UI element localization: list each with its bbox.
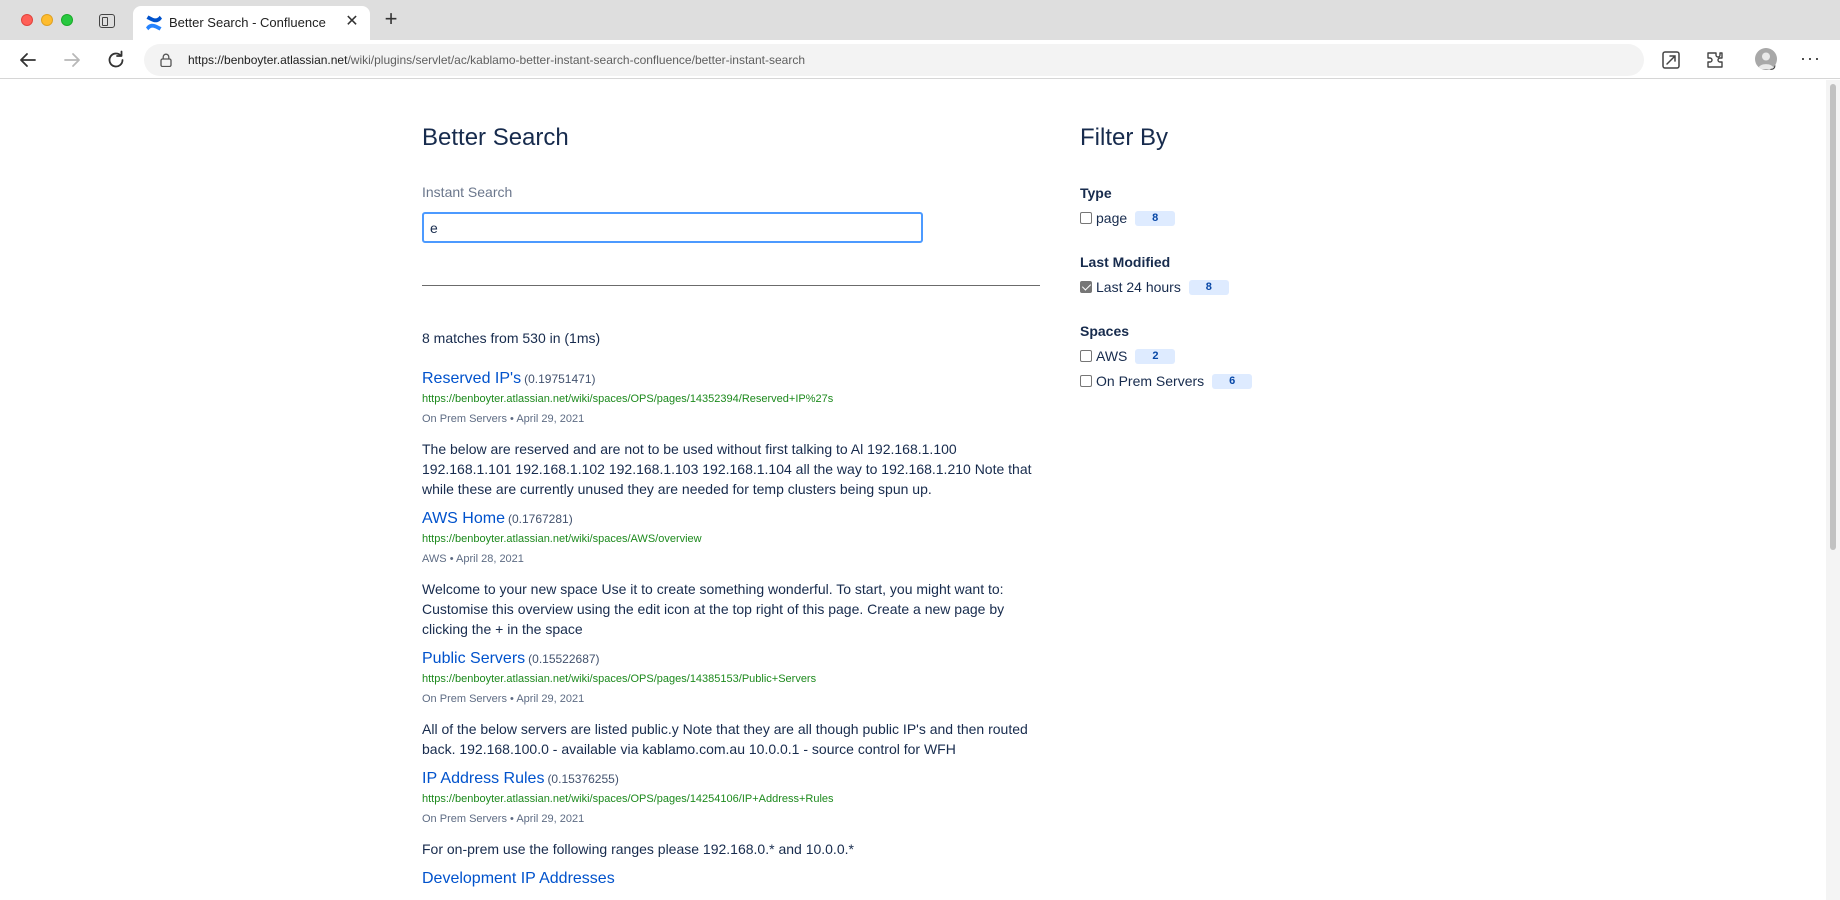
address-bar[interactable]: https://benboyter.atlassian.net/wiki/plu… xyxy=(144,44,1776,76)
browser-toolbar: https://benboyter.atlassian.net/wiki/plu… xyxy=(0,40,1840,79)
separator-dot: • xyxy=(510,813,514,825)
checkbox[interactable] xyxy=(1080,212,1092,224)
window-minimize-button[interactable] xyxy=(41,14,53,26)
result-space: On Prem Servers xyxy=(422,693,507,705)
result-score: (0.15376255) xyxy=(547,772,619,786)
list-item: IP Address Rules (0.15376255) https://ben… xyxy=(422,770,1040,859)
match-summary: 8 matches from 530 in (1ms) xyxy=(422,330,601,346)
result-meta: On Prem Servers • April 29, 2021 xyxy=(422,812,1040,826)
result-score: (0.19751471) xyxy=(524,372,596,386)
filter-option-page[interactable]: page 8 xyxy=(1080,210,1176,226)
result-date: April 28, 2021 xyxy=(456,553,524,565)
result-snippet: For on-prem use the following ranges ple… xyxy=(422,841,854,857)
person-icon xyxy=(1758,52,1774,69)
forward-arrow-icon[interactable] xyxy=(60,48,84,72)
reload-icon[interactable] xyxy=(104,48,128,72)
profile-avatar-icon[interactable] xyxy=(1755,48,1777,70)
result-meta: AWS • April 28, 2021 xyxy=(422,552,1040,566)
result-space: On Prem Servers xyxy=(422,413,507,425)
result-title-link[interactable]: AWS Home xyxy=(422,510,505,527)
result-score: (0.15522687) xyxy=(528,652,600,666)
immersive-reader-icon[interactable] xyxy=(1660,49,1682,71)
window-close-button[interactable] xyxy=(21,14,33,26)
results-list: Reserved IP's (0.19751471) https://benboy… xyxy=(422,370,1040,899)
browser-tab-active[interactable]: Better Search - Confluence ✕ xyxy=(133,6,370,40)
filter-option-label: Last 24 hours xyxy=(1096,279,1181,295)
result-url: https://benboyter.atlassian.net/wiki/spa… xyxy=(422,793,834,805)
result-url: https://benboyter.atlassian.net/wiki/spa… xyxy=(422,393,834,405)
divider xyxy=(422,285,1040,286)
result-meta: On Prem Servers • April 29, 2021 xyxy=(422,412,1040,426)
separator-dot: • xyxy=(449,553,454,565)
filter-option-label: page xyxy=(1096,210,1128,226)
separator-dot: • xyxy=(510,693,514,705)
list-item: Public Servers (0.15522687) https://benbo… xyxy=(422,650,1040,759)
count-badge: 6 xyxy=(1212,373,1253,389)
browser-tab-bar: Better Search - Confluence ✕ + xyxy=(0,0,1840,40)
result-meta: On Prem Servers • April 29, 2021 xyxy=(422,692,1040,706)
page-title: Better Search xyxy=(422,124,569,151)
result-snippet: Welcome to your new space Use it to crea… xyxy=(422,581,1005,637)
filter-title: Filter By xyxy=(1080,124,1169,151)
filter-option-last-24-hours[interactable]: Last 24 hours 8 xyxy=(1080,279,1229,295)
filter-option-label: On Prem Servers xyxy=(1096,373,1205,389)
result-url: https://benboyter.atlassian.net/wiki/spa… xyxy=(422,533,702,545)
close-icon[interactable]: ✕ xyxy=(342,12,362,32)
confluence-logo-icon xyxy=(146,15,162,31)
result-title-link[interactable]: Public Servers xyxy=(422,650,525,667)
result-title-link[interactable]: IP Address Rules xyxy=(422,770,544,787)
result-date: April 29, 2021 xyxy=(516,413,585,425)
count-badge: 2 xyxy=(1135,348,1176,364)
count-badge: 8 xyxy=(1135,210,1176,226)
extensions-icon[interactable] xyxy=(1704,49,1726,71)
url-text[interactable]: https://benboyter.atlassian.net/wiki/plu… xyxy=(188,53,805,67)
filter-option-aws[interactable]: AWS 2 xyxy=(1080,348,1176,364)
result-date: April 29, 2021 xyxy=(516,693,585,705)
filter-group-spaces: Spaces xyxy=(1080,323,1130,339)
lock-icon[interactable] xyxy=(160,53,172,67)
filter-option-on-prem-servers[interactable]: On Prem Servers 6 xyxy=(1080,373,1253,389)
list-item: AWS Home (0.1767281) https://benboyter.at… xyxy=(422,510,1040,639)
result-snippet: All of the below servers are listed publ… xyxy=(422,721,1028,757)
plus-icon[interactable]: + xyxy=(380,8,402,31)
checkbox[interactable] xyxy=(1080,375,1092,387)
window-zoom-button[interactable] xyxy=(61,14,73,26)
more-options-icon[interactable]: ··· xyxy=(1800,48,1821,69)
checkbox[interactable] xyxy=(1080,281,1092,293)
result-title-link[interactable]: Reserved IP's xyxy=(422,370,521,387)
filter-group-last-modified: Last Modified xyxy=(1080,254,1171,270)
result-space: On Prem Servers xyxy=(422,813,507,825)
checkbox[interactable] xyxy=(1080,350,1092,362)
filter-group-type: Type xyxy=(1080,185,1112,201)
page-scrollbar[interactable] xyxy=(1826,80,1840,900)
back-arrow-icon[interactable] xyxy=(16,48,40,72)
url-path: /wiki/plugins/servlet/ac/kablamo-better-… xyxy=(347,53,805,67)
result-space: AWS xyxy=(422,553,447,565)
tab-actions-icon[interactable] xyxy=(99,14,115,28)
result-snippet: The below are reserved and are not to be… xyxy=(422,441,1032,497)
page-content: Better Search Instant Search 8 matches f… xyxy=(0,80,1826,900)
result-score: (0.1767281) xyxy=(507,512,573,526)
result-date: April 29, 2021 xyxy=(516,813,585,825)
search-input[interactable] xyxy=(422,212,923,243)
result-title-link[interactable]: Development IP Addresses xyxy=(422,870,615,887)
list-item: Reserved IP's (0.19751471) https://benboy… xyxy=(422,370,1040,499)
separator-dot: • xyxy=(510,413,514,425)
result-url: https://benboyter.atlassian.net/wiki/spa… xyxy=(422,673,817,685)
search-label: Instant Search xyxy=(422,184,513,200)
list-item: Development IP Addresses xyxy=(422,870,1040,888)
count-badge: 8 xyxy=(1188,279,1229,295)
url-host: https://benboyter.atlassian.net xyxy=(188,53,348,67)
filter-option-label: AWS xyxy=(1096,348,1128,364)
scrollbar-thumb[interactable] xyxy=(1830,84,1836,550)
tab-title: Better Search - Confluence xyxy=(169,15,326,30)
